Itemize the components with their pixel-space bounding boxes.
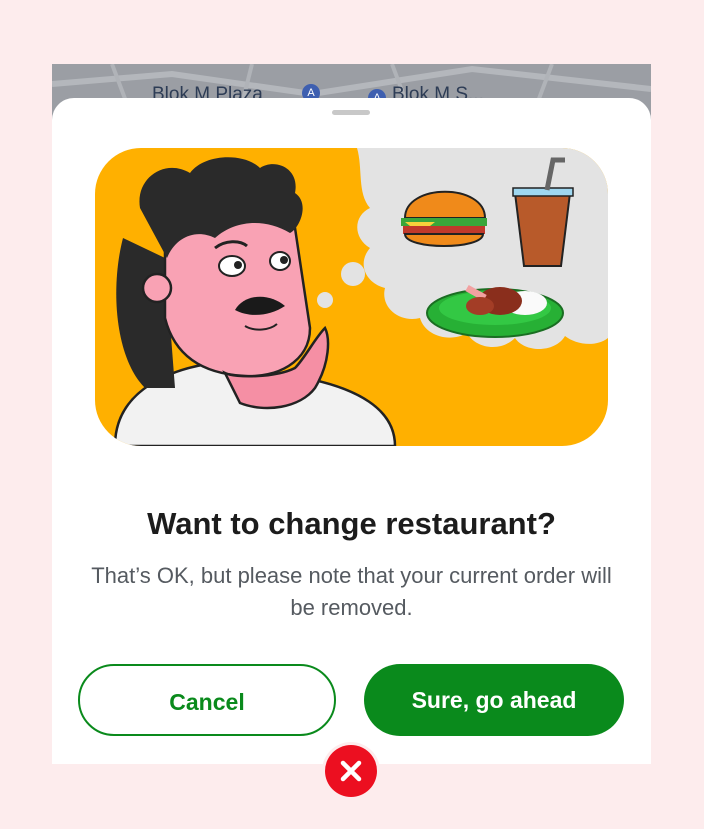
confirm-button[interactable]: Sure, go ahead [364,664,624,736]
sheet-drag-handle[interactable] [332,110,370,115]
thinking-man-illustration [95,148,608,446]
close-button[interactable] [322,742,380,800]
bottom-sheet: Want to change restaurant? That’s OK, bu… [52,98,651,764]
close-icon[interactable] [325,745,377,797]
cancel-button[interactable]: Cancel [78,664,336,736]
app-frame: Blok M Plaza A A Blok M S... [0,0,704,829]
burger-icon [401,190,487,247]
dialog-description: That’s OK, but please note that your cur… [91,563,612,620]
dialog-title: Want to change restaurant? [147,506,556,541]
